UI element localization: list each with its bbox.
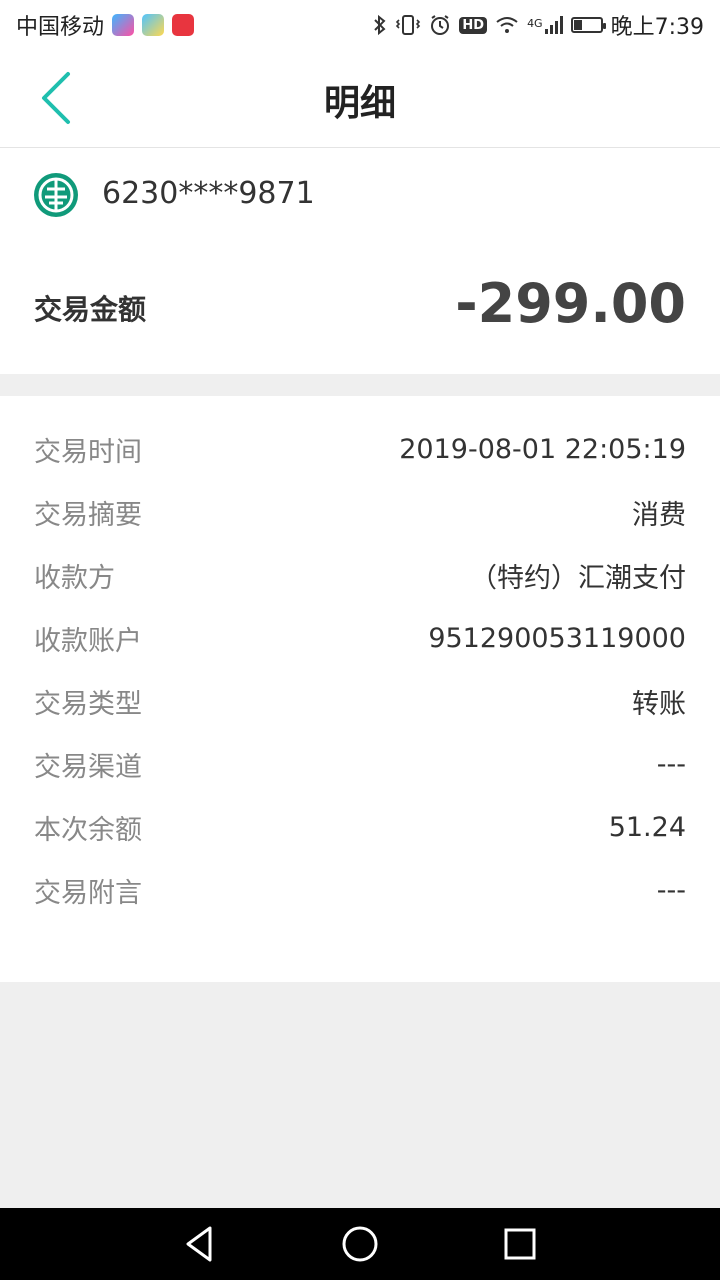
carrier-name: 中国移动 — [16, 15, 105, 40]
battery-icon — [570, 17, 606, 33]
status-bar: 中国移动 HD 4G 晚上7:39 — [0, 0, 720, 50]
detail-label: 交易摘要 — [34, 499, 142, 531]
transaction-summary-card: 6230****9871 交易金额 -299.00 — [0, 148, 720, 374]
page-title: 明细 — [323, 83, 396, 124]
signal-icon — [544, 16, 563, 34]
nav-back-button[interactable] — [178, 1222, 222, 1266]
agricultural-bank-logo-icon — [34, 173, 78, 217]
amount-value: -299.00 — [455, 272, 686, 335]
nav-home-button[interactable] — [338, 1222, 382, 1266]
detail-row-summary: 交易摘要 消费 — [34, 492, 686, 532]
detail-row-memo: 交易附言 --- — [34, 870, 686, 910]
network-type: 4G — [527, 17, 543, 30]
status-bar-left: 中国移动 — [16, 9, 195, 41]
detail-row-type: 交易类型 转账 — [34, 681, 686, 721]
detail-label: 本次余额 — [34, 814, 142, 846]
detail-value: 转账 — [632, 688, 686, 720]
detail-label: 收款方 — [34, 562, 115, 594]
status-bar-right: HD 4G 晚上7:39 — [373, 9, 704, 41]
detail-label: 收款账户 — [34, 625, 142, 657]
header: 明细 — [0, 50, 720, 148]
account-number: 6230****9871 — [102, 176, 315, 211]
alarm-icon — [429, 14, 451, 36]
wifi-icon — [495, 15, 519, 35]
nav-recents-button[interactable] — [498, 1222, 542, 1266]
detail-label: 交易类型 — [34, 688, 142, 720]
navigation-bar — [0, 1208, 720, 1280]
detail-row-payee: 收款方 （特约）汇潮支付 — [34, 555, 686, 595]
detail-value: --- — [656, 748, 686, 780]
paper-plane-app-icon — [142, 14, 165, 36]
vibrate-icon — [395, 14, 421, 36]
detail-value: 51.24 — [608, 811, 686, 843]
detail-label: 交易渠道 — [34, 751, 142, 783]
detail-value: 951290053119000 — [428, 622, 686, 654]
home-circle-icon — [342, 1226, 378, 1262]
detail-row-balance: 本次余额 51.24 — [34, 807, 686, 847]
toutiao-app-icon — [172, 14, 195, 36]
detail-row-time: 交易时间 2019-08-01 22:05:19 — [34, 429, 686, 469]
clock: 晚上7:39 — [610, 15, 704, 40]
detail-value: （特约）汇潮支付 — [470, 562, 686, 594]
youku-app-icon — [112, 14, 135, 36]
detail-row-payee-account: 收款账户 951290053119000 — [34, 618, 686, 658]
transaction-details: 交易时间 2019-08-01 22:05:19 交易摘要 消费 收款方 （特约… — [0, 396, 720, 982]
detail-value: --- — [656, 874, 686, 906]
detail-label: 交易附言 — [34, 877, 142, 909]
hd-icon: HD — [459, 16, 488, 34]
amount-label: 交易金额 — [34, 293, 147, 326]
recents-square-icon — [504, 1228, 536, 1260]
bluetooth-icon — [373, 14, 387, 36]
detail-row-channel: 交易渠道 --- — [34, 744, 686, 784]
detail-label: 交易时间 — [34, 436, 142, 468]
detail-value: 消费 — [632, 499, 686, 531]
detail-value: 2019-08-01 22:05:19 — [399, 433, 686, 465]
back-triangle-icon — [186, 1226, 212, 1262]
